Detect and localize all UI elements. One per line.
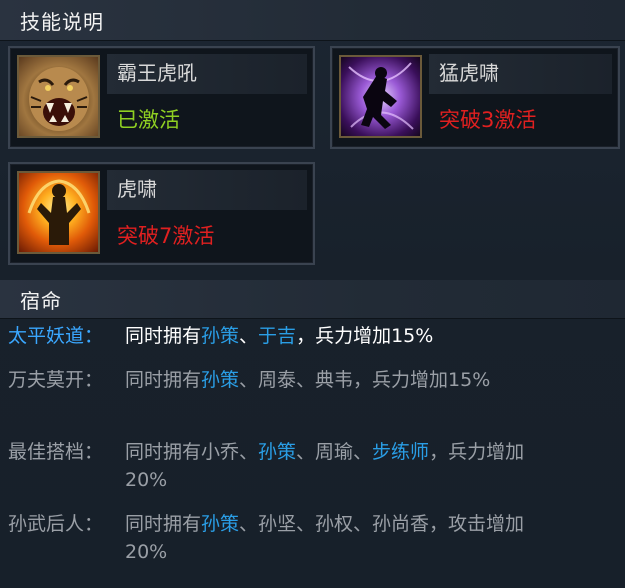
tiger-howl-icon [17, 171, 100, 254]
skill-fate-panel: 技能说明 霸王虎吼 已激活 猛虎啸 突破3激活 虎啸 突破7激活 宿命 太平妖道… [0, 0, 625, 588]
skill-status: 突破3激活 [439, 108, 537, 132]
tiger-roar-icon [17, 55, 100, 138]
fate-label: 太平妖道： [8, 325, 104, 347]
hero-name: 于吉 [258, 325, 297, 347]
fate-row-1: 太平妖道： 同时拥有孙策、于吉，兵力增加15% [8, 322, 608, 352]
fate-text: ，兵力增加15% [296, 325, 434, 347]
fierce-tiger-icon [339, 55, 422, 138]
skill-status: 已激活 [117, 108, 180, 132]
fate-label: 最佳搭档： [8, 441, 104, 463]
hero-name: 孙策 [201, 513, 240, 535]
fate-label: 孙武后人： [8, 513, 104, 535]
fate-row-2: 万夫莫开： 同时拥有孙策、周泰、典韦，兵力增加15% [8, 366, 608, 424]
fate-text: 、周泰、典韦，兵力增加15% [239, 369, 491, 391]
fate-header-title: 宿命 [20, 289, 62, 313]
hero-name: 孙策 [258, 441, 297, 463]
fate-desc: 同时拥有孙策、周泰、典韦，兵力增加15% [125, 366, 525, 394]
fate-text: 、周瑜、 [296, 441, 373, 463]
fate-section-header: 宿命 [0, 280, 625, 319]
fate-row-4: 孙武后人： 同时拥有孙策、孙坚、孙权、孙尚香，攻击增加20% [8, 510, 608, 568]
fate-text: 、 [239, 325, 259, 347]
skills-header-title: 技能说明 [20, 10, 104, 34]
fate-row-3: 最佳搭档： 同时拥有小乔、孙策、周瑜、步练师，兵力增加20% [8, 438, 608, 496]
fate-text: 同时拥有 [125, 513, 202, 535]
fate-desc: 同时拥有小乔、孙策、周瑜、步练师，兵力增加20% [125, 438, 525, 494]
skills-section-header: 技能说明 [0, 0, 625, 41]
skill-card-3[interactable]: 虎啸 突破7激活 [8, 162, 315, 265]
fate-text: 同时拥有 [125, 325, 202, 347]
hero-name: 步练师 [372, 441, 430, 463]
fate-label: 万夫莫开： [8, 369, 104, 391]
skill-name: 猛虎啸 [439, 61, 499, 85]
skill-status: 突破7激活 [117, 224, 215, 248]
skill-card-1[interactable]: 霸王虎吼 已激活 [8, 46, 315, 149]
fate-desc: 同时拥有孙策、孙坚、孙权、孙尚香，攻击增加20% [125, 510, 525, 566]
skill-name: 虎啸 [117, 177, 157, 201]
hero-name: 孙策 [201, 325, 240, 347]
fate-text: 同时拥有小乔、 [125, 441, 259, 463]
hero-name: 孙策 [201, 369, 240, 391]
fate-text: 同时拥有 [125, 369, 202, 391]
skill-card-2[interactable]: 猛虎啸 突破3激活 [330, 46, 620, 149]
skill-name: 霸王虎吼 [117, 61, 197, 85]
fate-desc: 同时拥有孙策、于吉，兵力增加15% [125, 322, 525, 350]
